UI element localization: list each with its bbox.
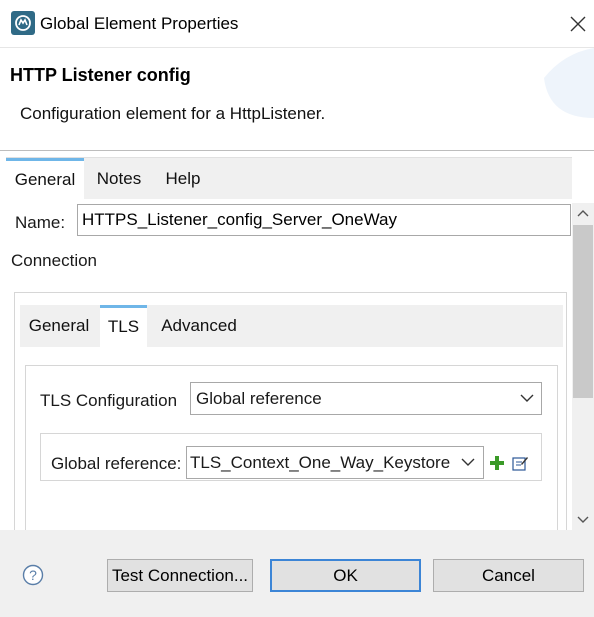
header-description: Configuration element for a HttpListener… — [20, 104, 326, 123]
connection-section-label: Connection — [11, 251, 98, 270]
tab-connection-general[interactable]: General — [20, 305, 98, 347]
test-connection-button[interactable]: Test Connection... — [107, 559, 253, 592]
svg-text:?: ? — [29, 567, 37, 583]
window-title: Global Element Properties — [40, 14, 239, 33]
banner-decoration — [544, 48, 594, 118]
tls-configuration-select[interactable]: Global reference — [190, 382, 542, 415]
header-title: HTTP Listener config — [10, 65, 191, 85]
properties-body: General Notes Help Name: HTTPS_Listener_… — [6, 157, 594, 535]
global-reference-value: TLS_Context_One_Way_Keystore — [190, 453, 451, 472]
name-input[interactable]: HTTPS_Listener_config_Server_OneWay — [77, 204, 571, 236]
tls-configuration-value: Global reference — [196, 389, 322, 408]
close-icon[interactable] — [566, 12, 590, 36]
dialog-header: HTTP Listener config Configuration eleme… — [0, 48, 594, 151]
plus-icon[interactable] — [490, 456, 504, 470]
edit-icon[interactable] — [512, 455, 528, 471]
tab-tls[interactable]: TLS — [100, 305, 147, 347]
question-icon[interactable]: ? — [22, 564, 44, 586]
chevron-down-icon — [520, 394, 534, 402]
chevron-down-icon — [461, 458, 475, 466]
global-reference-label: Global reference: — [51, 454, 182, 473]
connection-panel: General TLS Advanced TLS Configuration G… — [14, 292, 567, 535]
dialog-footer: ? Test Connection... OK Cancel — [0, 530, 594, 617]
name-label: Name: — [15, 213, 66, 232]
vertical-scrollbar[interactable] — [572, 203, 594, 530]
main-tabbar: General Notes Help — [6, 157, 572, 200]
scrollbar-thumb[interactable] — [573, 225, 593, 398]
mule-studio-app-icon — [11, 11, 35, 35]
tab-notes[interactable]: Notes — [86, 158, 152, 200]
tab-general[interactable]: General — [6, 158, 84, 200]
global-reference-select[interactable]: TLS_Context_One_Way_Keystore — [186, 446, 484, 479]
chevron-down-icon[interactable] — [572, 508, 594, 530]
ok-button[interactable]: OK — [270, 559, 421, 592]
chevron-up-icon[interactable] — [572, 203, 594, 225]
global-reference-group: Global reference: TLS_Context_One_Way_Ke… — [40, 433, 542, 481]
header-divider — [0, 150, 594, 151]
connection-tabbar: General TLS Advanced — [20, 305, 563, 347]
tab-advanced[interactable]: Advanced — [149, 305, 249, 347]
tls-configuration-label: TLS Configuration — [40, 391, 178, 410]
title-bar: Global Element Properties — [0, 0, 594, 48]
tab-help[interactable]: Help — [154, 158, 212, 200]
tls-panel: TLS Configuration Global reference Globa… — [25, 365, 558, 535]
cancel-button[interactable]: Cancel — [433, 559, 584, 592]
